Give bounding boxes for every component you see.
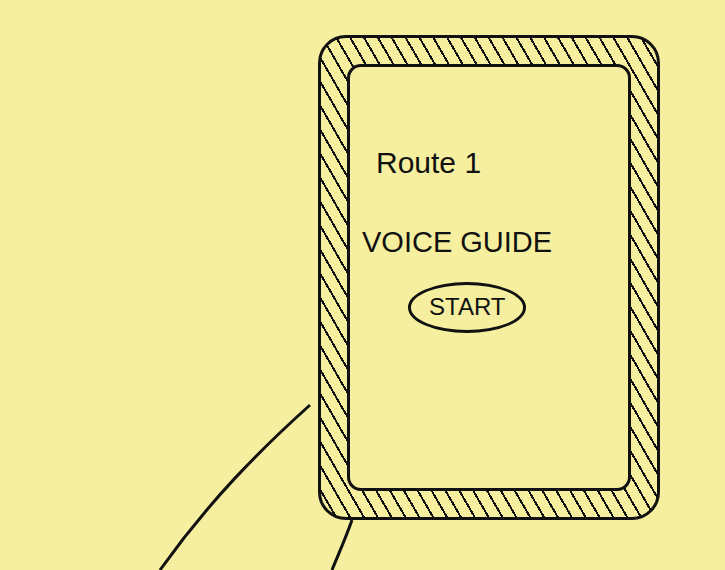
sketch-page: Route 1 VOICE GUIDE START [0, 0, 725, 570]
route-title: Route 1 [362, 145, 624, 181]
voice-guide-label: VOICE GUIDE [362, 225, 624, 260]
start-button[interactable]: START [408, 282, 526, 333]
phone-screen: Route 1 VOICE GUIDE START [347, 64, 631, 491]
phone: Route 1 VOICE GUIDE START [318, 35, 660, 520]
